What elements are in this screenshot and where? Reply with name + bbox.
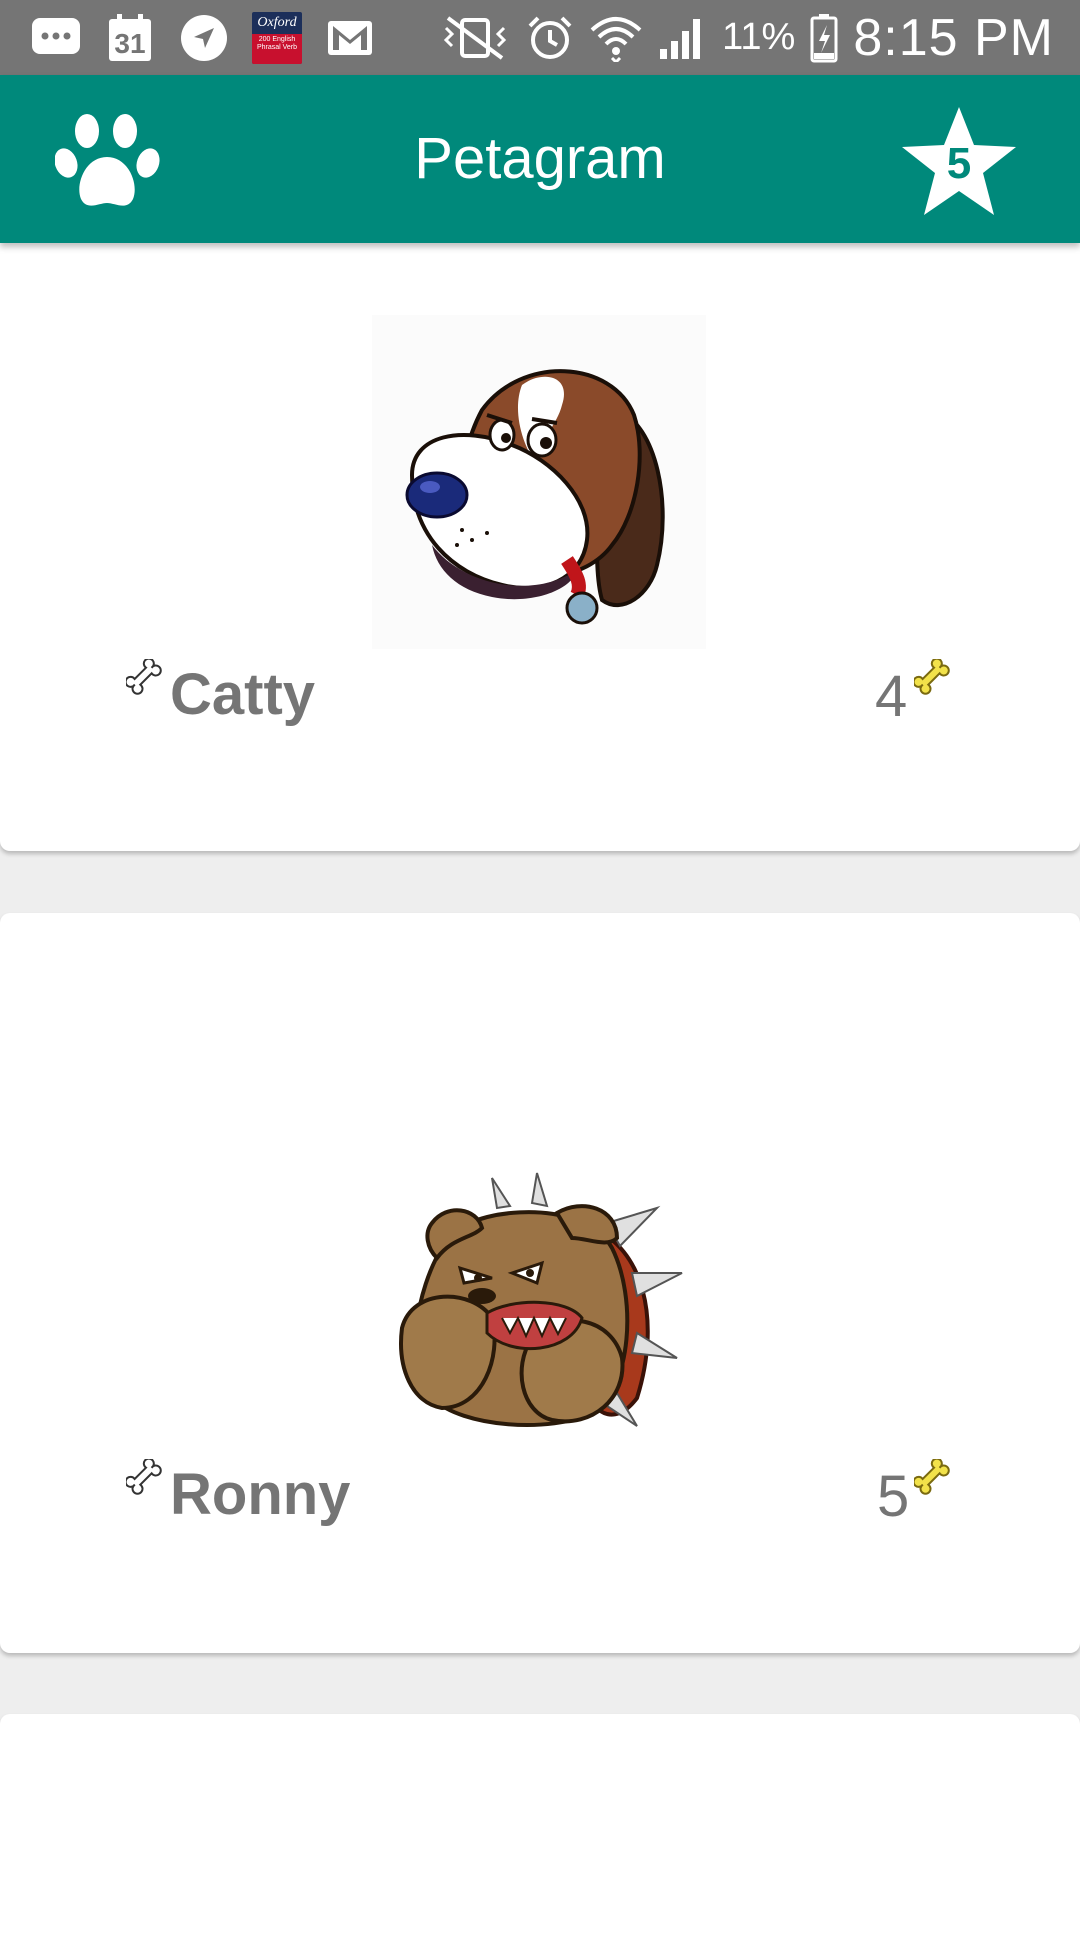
navigation-icon	[178, 14, 230, 62]
vibrate-mute-icon	[440, 14, 510, 62]
bone-rating-icon[interactable]	[912, 657, 954, 699]
app-bar: Petagram 5	[0, 75, 1080, 243]
pet-rating: 5	[877, 1464, 910, 1529]
favorites-star-button[interactable]: 5	[900, 105, 1018, 217]
pet-rating: 4	[875, 664, 908, 729]
favorites-count: 5	[946, 139, 972, 188]
messages-icon	[30, 14, 82, 62]
alarm-icon	[524, 14, 576, 62]
bone-rating-icon[interactable]	[912, 1457, 954, 1499]
wifi-icon	[590, 14, 642, 62]
status-bar: 31 Oxford 200 English Phrasal Verb 11% 8	[0, 0, 1080, 75]
pet-photo	[392, 1168, 692, 1438]
bone-outline-icon	[124, 1457, 166, 1499]
pet-photo	[372, 315, 706, 649]
gmail-icon	[324, 14, 376, 62]
pet-card[interactable]: Catty 4	[0, 243, 1080, 851]
signal-icon	[656, 14, 708, 62]
battery-charging-icon	[809, 13, 839, 62]
pet-name: Ronny	[170, 1462, 351, 1527]
bone-outline-icon	[124, 657, 166, 699]
clock: 8:15 PM	[853, 8, 1054, 67]
calendar-day: 31	[114, 27, 146, 59]
oxford-app-icon: Oxford 200 English Phrasal Verb	[252, 11, 302, 64]
calendar-icon: 31	[104, 13, 156, 62]
battery-percent: 11%	[722, 16, 796, 58]
pet-card[interactable]	[0, 1714, 1080, 1954]
pet-card[interactable]: Ronny 5	[0, 913, 1080, 1653]
pet-name: Catty	[170, 662, 316, 727]
